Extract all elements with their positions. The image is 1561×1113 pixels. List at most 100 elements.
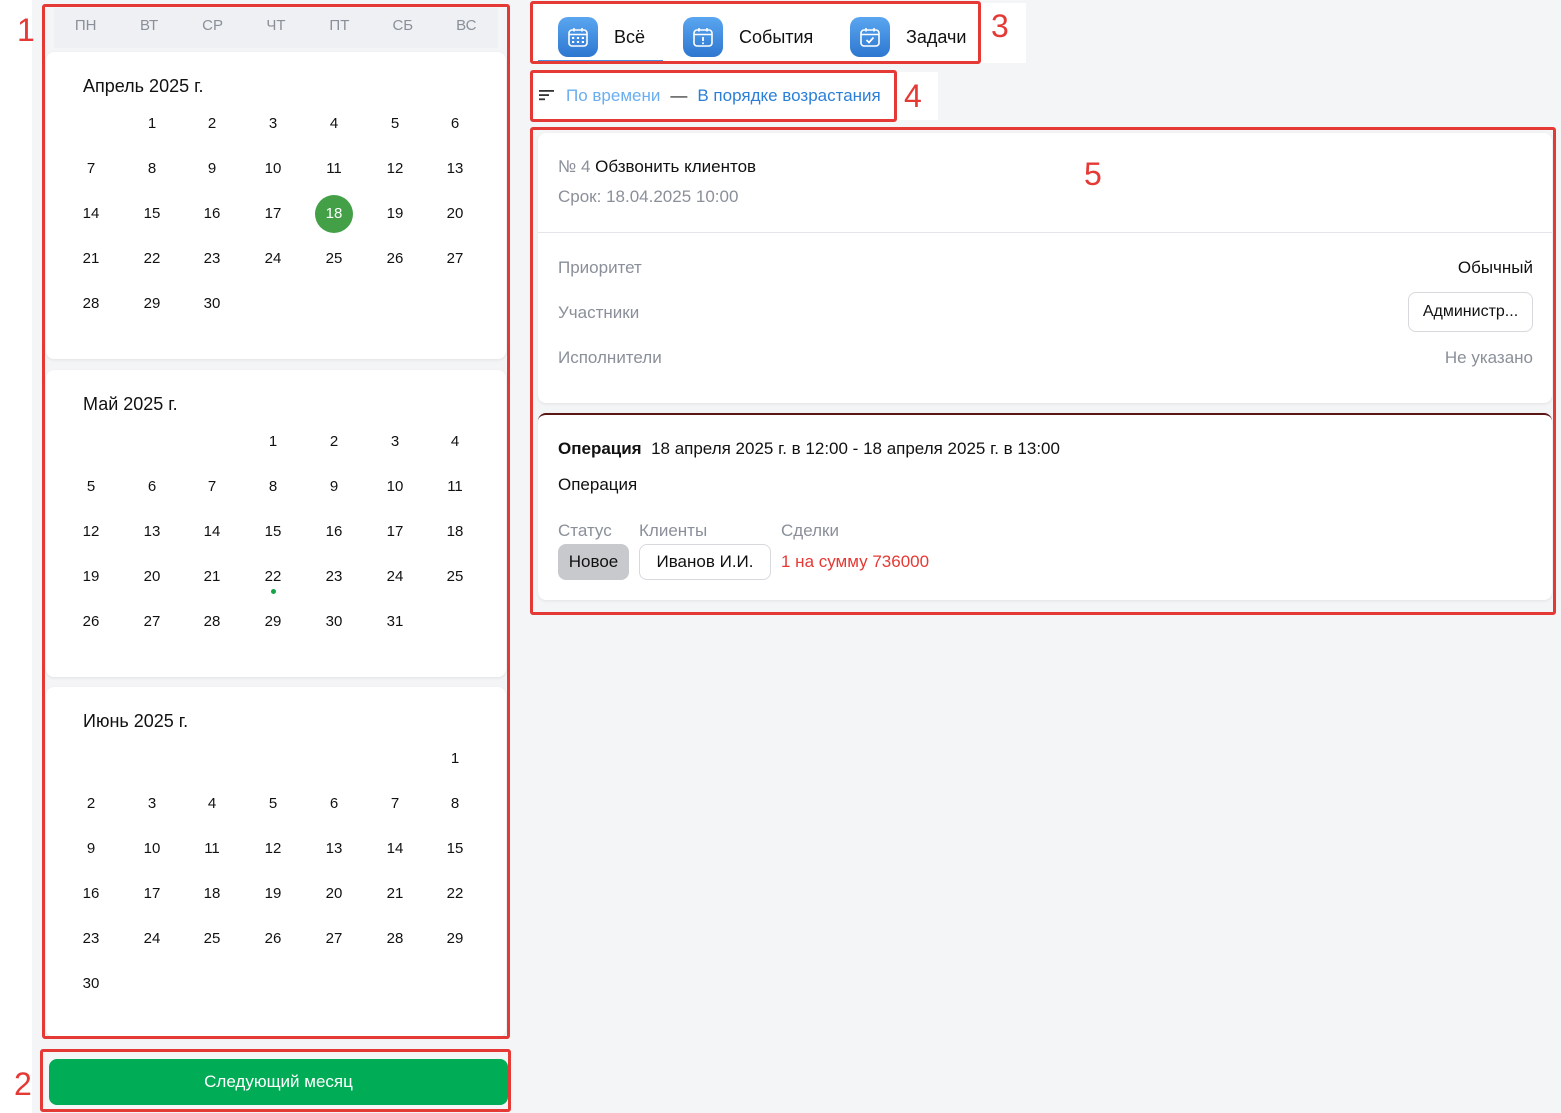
task-card[interactable]: № 4 Обзвонить клиентов Срок: 18.04.2025 … — [538, 133, 1552, 403]
participant-chip[interactable]: Администр... — [1408, 292, 1533, 332]
calendar-day[interactable]: 10 — [132, 829, 172, 869]
calendar-day[interactable]: 27 — [132, 602, 172, 642]
calendar-day[interactable]: 1 — [132, 104, 172, 144]
calendar-day[interactable]: 18 — [315, 195, 353, 233]
calendar-day[interactable]: 24 — [253, 239, 293, 279]
calendar-day[interactable]: 14 — [192, 512, 232, 552]
calendar-day[interactable]: 19 — [375, 194, 415, 234]
calendar-day[interactable]: 13 — [314, 829, 354, 869]
calendar-day[interactable]: 15 — [253, 512, 293, 552]
calendar-day[interactable]: 30 — [314, 602, 354, 642]
tab-all[interactable]: Всё — [558, 14, 645, 60]
calendar-day[interactable]: 20 — [435, 194, 475, 234]
calendar-day[interactable]: 3 — [132, 784, 172, 824]
sort-order[interactable]: В порядке возрастания — [697, 86, 880, 106]
calendar-day[interactable]: 25 — [314, 239, 354, 279]
calendar-day[interactable]: 27 — [314, 919, 354, 959]
calendar-day[interactable]: 4 — [314, 104, 354, 144]
calendar-day[interactable]: 22 — [435, 874, 475, 914]
calendar-day[interactable]: 21 — [192, 557, 232, 597]
calendar-day[interactable]: 28 — [192, 602, 232, 642]
calendar-day[interactable]: 29 — [132, 284, 172, 324]
calendar-day[interactable]: 5 — [71, 467, 111, 507]
calendar-day[interactable]: 6 — [314, 784, 354, 824]
calendar-day[interactable]: 17 — [253, 194, 293, 234]
calendar-day[interactable]: 11 — [192, 829, 232, 869]
calendar-day[interactable]: 20 — [132, 557, 172, 597]
calendar-day[interactable]: 26 — [375, 239, 415, 279]
calendar-day[interactable]: 8 — [132, 149, 172, 189]
sort-criterion[interactable]: По времени — [566, 86, 660, 106]
calendar-day[interactable]: 23 — [192, 239, 232, 279]
calendar-day[interactable]: 13 — [132, 512, 172, 552]
calendar-day[interactable]: 2 — [71, 784, 111, 824]
calendar-day[interactable]: 6 — [435, 104, 475, 144]
calendar-day[interactable]: 2 — [314, 422, 354, 462]
calendar-day[interactable]: 20 — [314, 874, 354, 914]
calendar-day[interactable]: 22 — [132, 239, 172, 279]
calendar-day[interactable]: 19 — [71, 557, 111, 597]
calendar-day[interactable]: 31 — [375, 602, 415, 642]
calendar-day[interactable]: 28 — [71, 284, 111, 324]
calendar-day[interactable]: 30 — [192, 284, 232, 324]
calendar-day[interactable]: 12 — [253, 829, 293, 869]
calendar-day[interactable]: 17 — [375, 512, 415, 552]
calendar-day[interactable]: 29 — [435, 919, 475, 959]
deals-link[interactable]: 1 на сумму 736000 — [781, 552, 929, 572]
calendar-day[interactable]: 24 — [132, 919, 172, 959]
calendar-day[interactable]: 4 — [435, 422, 475, 462]
calendar-day[interactable]: 8 — [435, 784, 475, 824]
calendar-day[interactable]: 14 — [71, 194, 111, 234]
calendar-day[interactable]: 7 — [192, 467, 232, 507]
calendar-day[interactable]: 9 — [192, 149, 232, 189]
calendar-day[interactable]: 27 — [435, 239, 475, 279]
calendar-day[interactable]: 16 — [192, 194, 232, 234]
calendar-day[interactable]: 1 — [253, 422, 293, 462]
calendar-day[interactable]: 5 — [253, 784, 293, 824]
calendar-day[interactable]: 12 — [71, 512, 111, 552]
calendar-day[interactable]: 23 — [71, 919, 111, 959]
calendar-day[interactable]: 15 — [435, 829, 475, 869]
next-month-button[interactable]: Следующий месяц — [49, 1059, 508, 1105]
calendar-day[interactable]: 28 — [375, 919, 415, 959]
calendar-day[interactable]: 7 — [71, 149, 111, 189]
calendar-day[interactable]: 1 — [435, 739, 475, 779]
calendar-day[interactable]: 2 — [192, 104, 232, 144]
calendar-day[interactable]: 15 — [132, 194, 172, 234]
calendar-day[interactable]: 9 — [71, 829, 111, 869]
calendar-day[interactable]: 22 — [253, 557, 293, 597]
calendar-day[interactable]: 6 — [132, 467, 172, 507]
calendar-day[interactable]: 4 — [192, 784, 232, 824]
calendar-day[interactable]: 11 — [314, 149, 354, 189]
calendar-day[interactable]: 24 — [375, 557, 415, 597]
calendar-day[interactable]: 21 — [375, 874, 415, 914]
calendar-day[interactable]: 29 — [253, 602, 293, 642]
calendar-day[interactable]: 8 — [253, 467, 293, 507]
calendar-day[interactable]: 3 — [253, 104, 293, 144]
calendar-day[interactable]: 21 — [71, 239, 111, 279]
calendar-day[interactable]: 10 — [253, 149, 293, 189]
calendar-day[interactable]: 25 — [435, 557, 475, 597]
calendar-day[interactable]: 26 — [71, 602, 111, 642]
calendar-day[interactable]: 25 — [192, 919, 232, 959]
calendar-day[interactable]: 18 — [435, 512, 475, 552]
calendar-day[interactable]: 30 — [71, 964, 111, 1004]
sort-icon[interactable] — [539, 86, 554, 106]
event-card[interactable]: Операция 18 апреля 2025 г. в 12:00 - 18 … — [538, 413, 1552, 600]
calendar-day[interactable]: 13 — [435, 149, 475, 189]
calendar-day[interactable]: 18 — [192, 874, 232, 914]
calendar-day[interactable]: 9 — [314, 467, 354, 507]
calendar-day[interactable]: 23 — [314, 557, 354, 597]
tab-tasks[interactable]: Задачи — [850, 14, 966, 60]
calendar-day[interactable]: 26 — [253, 919, 293, 959]
calendar-day[interactable]: 10 — [375, 467, 415, 507]
calendar-day[interactable]: 16 — [314, 512, 354, 552]
tab-events[interactable]: События — [683, 14, 813, 60]
calendar-day[interactable]: 17 — [132, 874, 172, 914]
calendar-day[interactable]: 3 — [375, 422, 415, 462]
client-chip[interactable]: Иванов И.И. — [639, 544, 771, 580]
calendar-day[interactable]: 12 — [375, 149, 415, 189]
calendar-day[interactable]: 11 — [435, 467, 475, 507]
calendar-day[interactable]: 16 — [71, 874, 111, 914]
calendar-day[interactable]: 7 — [375, 784, 415, 824]
